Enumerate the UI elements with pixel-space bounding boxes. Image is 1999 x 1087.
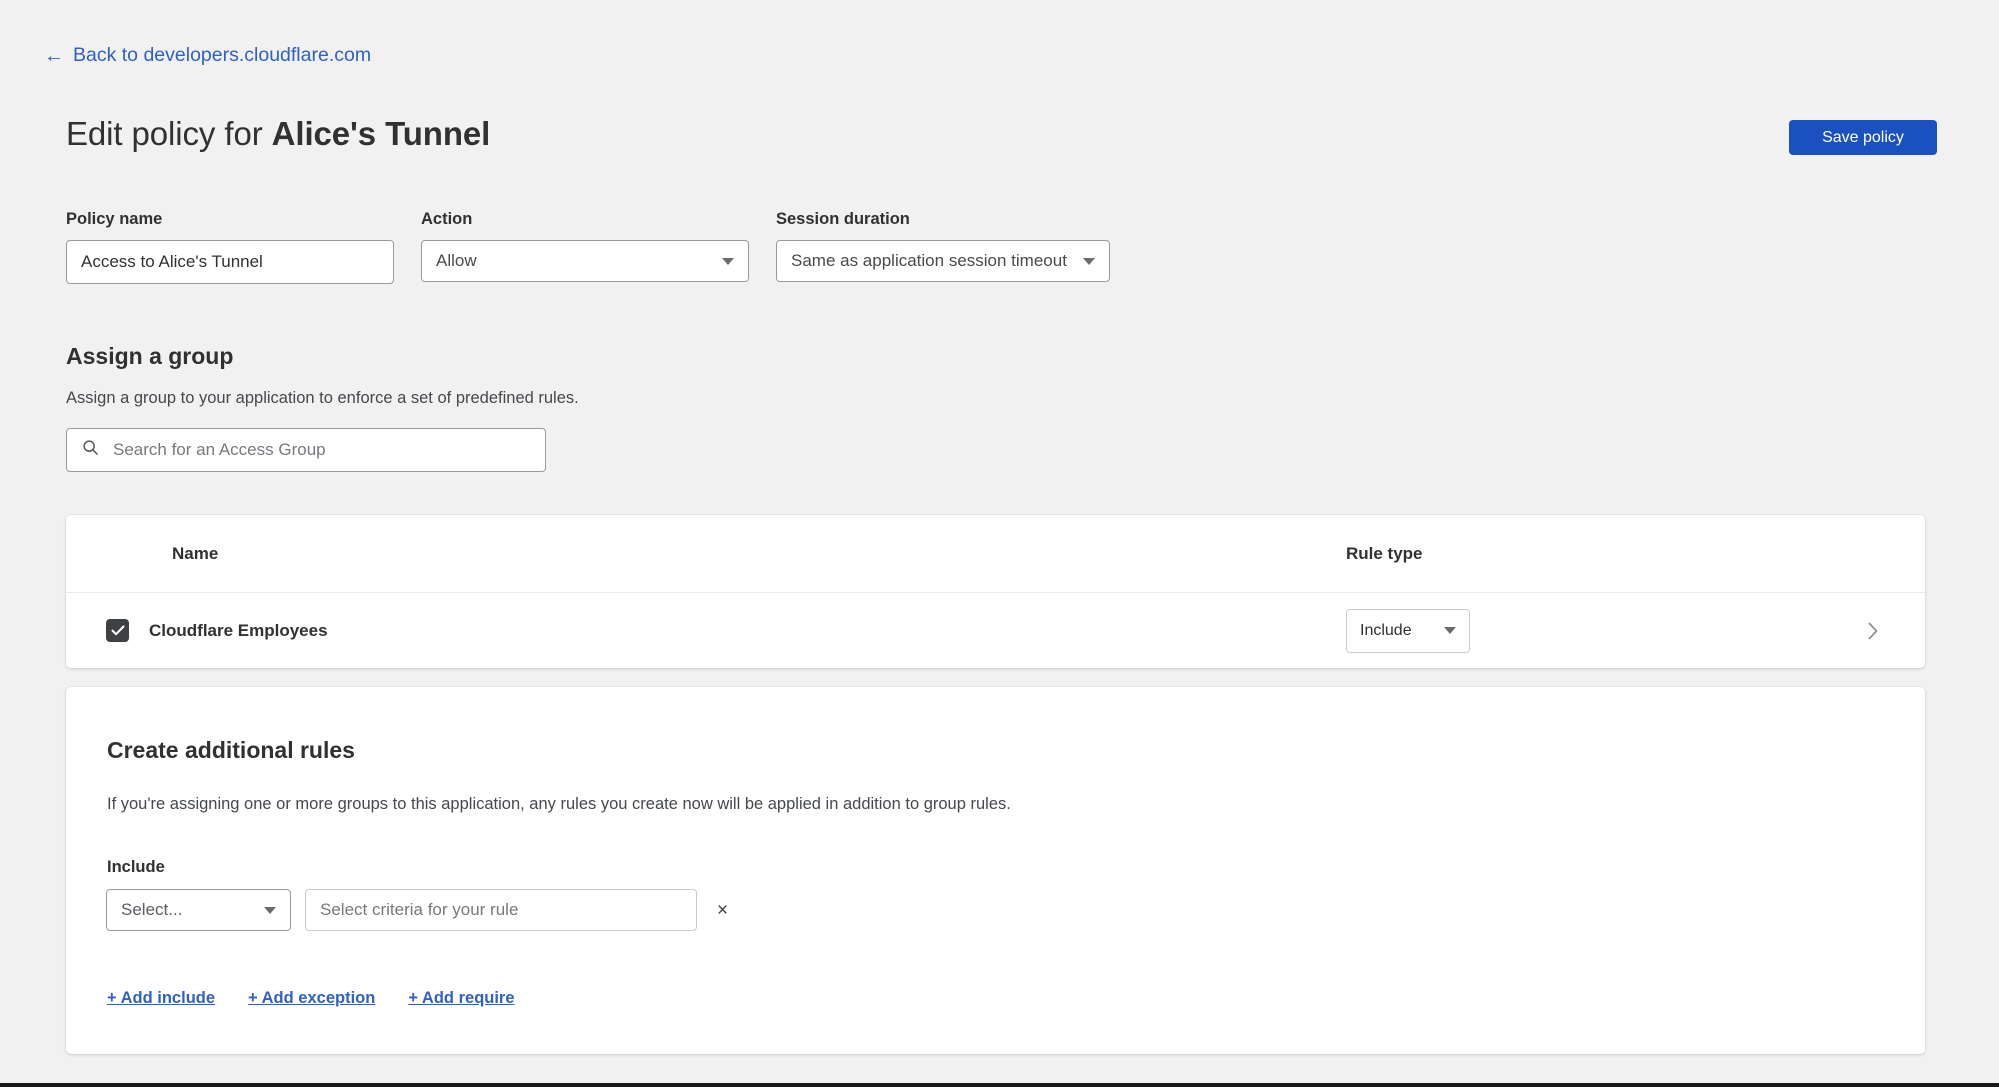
table-row-name-cell: Cloudflare Employees bbox=[106, 619, 1346, 642]
rule-row: Select... × bbox=[106, 889, 1885, 931]
session-duration-select[interactable]: Same as application session timeout bbox=[776, 240, 1110, 282]
save-policy-button[interactable]: Save policy bbox=[1789, 120, 1937, 155]
search-icon bbox=[82, 439, 99, 461]
rule-type-select[interactable]: Include bbox=[1346, 608, 1470, 653]
additional-rules-panel: Create additional rules If you're assign… bbox=[66, 687, 1925, 1054]
additional-rules-description: If you're assigning one or more groups t… bbox=[107, 795, 1011, 813]
chevron-down-icon bbox=[1444, 627, 1456, 634]
groups-table-panel: Name Rule type Cloudflare Employees Incl… bbox=[66, 515, 1925, 668]
column-header-rule-type: Rule type bbox=[1346, 543, 1423, 563]
add-include-link[interactable]: + Add include bbox=[107, 989, 215, 1008]
page-title-app: Alice's Tunnel bbox=[271, 115, 491, 152]
chevron-down-icon bbox=[1082, 257, 1095, 265]
arrow-left-icon: ← bbox=[44, 44, 64, 67]
column-header-name: Name bbox=[172, 543, 219, 563]
search-input[interactable] bbox=[111, 439, 530, 461]
assign-group-description: Assign a group to your application to en… bbox=[66, 389, 579, 407]
assign-group-section-header: Assign a group Assign a group to your ap… bbox=[66, 343, 579, 408]
policy-fields: Policy name Action Allow Session duratio… bbox=[66, 210, 1110, 284]
group-checkbox[interactable] bbox=[106, 619, 129, 642]
chevron-down-icon bbox=[722, 257, 734, 265]
table-row-rule-cell: Include bbox=[1346, 608, 1885, 653]
add-exception-link[interactable]: + Add exception bbox=[248, 989, 375, 1008]
group-name-label: Cloudflare Employees bbox=[149, 620, 328, 640]
back-link[interactable]: ← Back to developers.cloudflare.com bbox=[44, 44, 371, 67]
session-duration-select-value: Same as application session timeout bbox=[791, 251, 1067, 270]
session-duration-field: Session duration Same as application ses… bbox=[776, 210, 1110, 282]
policy-name-label: Policy name bbox=[66, 210, 163, 228]
add-rule-links: + Add include + Add exception + Add requ… bbox=[107, 989, 1885, 1008]
action-field: Action Allow bbox=[421, 210, 749, 282]
assign-group-title: Assign a group bbox=[66, 343, 234, 369]
table-header-row: Name Rule type bbox=[66, 515, 1925, 593]
bottom-edge-bar bbox=[0, 1083, 1999, 1087]
rule-criteria-input[interactable] bbox=[305, 889, 697, 931]
action-select-value: Allow bbox=[436, 251, 477, 270]
header: Edit policy for Alice's Tunnel bbox=[66, 114, 1939, 154]
rule-type-select-value: Include bbox=[1360, 621, 1412, 639]
session-duration-label: Session duration bbox=[776, 210, 910, 228]
policy-name-field: Policy name bbox=[66, 210, 394, 284]
rule-selector-select[interactable]: Select... bbox=[106, 889, 291, 931]
chevron-down-icon bbox=[264, 906, 276, 914]
action-select[interactable]: Allow bbox=[421, 240, 749, 282]
additional-rules-title: Create additional rules bbox=[107, 737, 355, 763]
include-label: Include bbox=[107, 858, 165, 876]
page-root: ← Back to developers.cloudflare.com Edit… bbox=[0, 0, 1999, 1087]
back-link-label: Back to developers.cloudflare.com bbox=[73, 44, 372, 66]
remove-rule-button[interactable]: × bbox=[711, 901, 734, 920]
rule-selector-value: Select... bbox=[121, 900, 183, 919]
action-label: Action bbox=[421, 210, 473, 228]
page-title: Edit policy for Alice's Tunnel bbox=[66, 114, 490, 154]
chevron-right-icon[interactable] bbox=[1867, 622, 1885, 640]
page-title-prefix: Edit policy for bbox=[66, 115, 272, 152]
access-group-search[interactable] bbox=[66, 428, 546, 472]
table-row: Cloudflare Employees Include bbox=[66, 593, 1925, 668]
add-require-link[interactable]: + Add require bbox=[408, 989, 514, 1008]
policy-name-input[interactable] bbox=[66, 240, 394, 284]
